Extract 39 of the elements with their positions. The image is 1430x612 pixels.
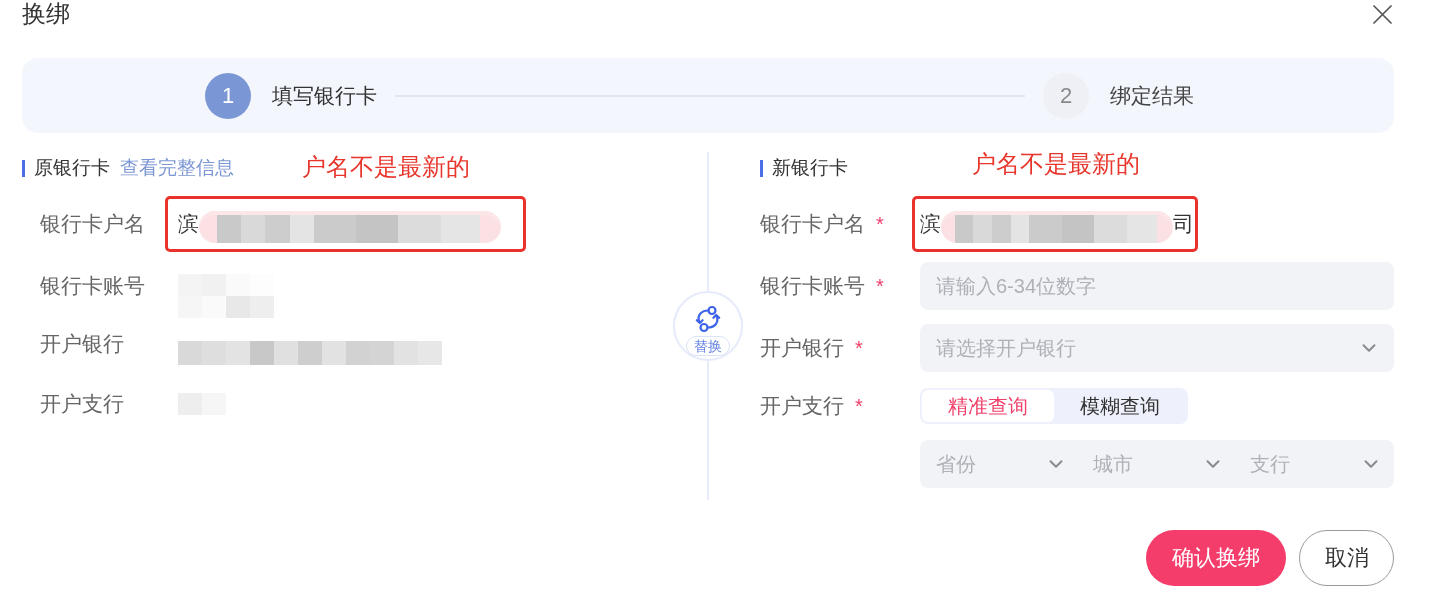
field-label: 银行卡账号 [760, 273, 865, 299]
step-label: 绑定结果 [1110, 82, 1194, 109]
step-number: 2 [1043, 72, 1089, 119]
swap-icon [694, 305, 722, 333]
accent-bar [22, 159, 25, 177]
required-mark: * [876, 212, 884, 236]
dialog-title: 换绑 [22, 0, 70, 28]
segment-tab[interactable]: 精准查询 [922, 390, 1054, 422]
segment-tab[interactable]: 模糊查询 [1054, 390, 1186, 422]
required-mark: * [876, 274, 884, 298]
select-field[interactable]: 支行 [1234, 440, 1394, 488]
select-field[interactable]: 城市 [1077, 440, 1234, 488]
annotation-note: 户名不是最新的 [972, 149, 1140, 179]
value-text: 司 [1173, 211, 1194, 237]
input-field[interactable]: 请输入6-34位数字 [920, 262, 1394, 310]
select-field[interactable]: 省份 [920, 440, 1077, 488]
step-label: 填写银行卡 [272, 82, 377, 109]
accent-bar [760, 159, 763, 177]
close-icon[interactable] [1373, 4, 1392, 24]
confirm-button[interactable]: 确认换绑 [1146, 530, 1286, 586]
required-mark: * [855, 394, 863, 418]
required-mark: * [855, 336, 863, 360]
annotation-note: 户名不是最新的 [302, 152, 470, 182]
field-label: 开户银行 [40, 331, 124, 357]
view-details-link[interactable]: 查看完整信息 [120, 155, 234, 181]
value-text: 滨 [178, 211, 199, 237]
value-text: 滨 [920, 211, 941, 237]
section-title: 原银行卡 [34, 156, 110, 180]
field-label: 开户银行 [760, 335, 844, 361]
field-label: 开户支行 [40, 391, 124, 417]
field-label: 银行卡账号 [40, 273, 145, 299]
step-number: 1 [205, 72, 251, 119]
field-label: 银行卡户名 [760, 211, 865, 237]
select-field[interactable]: 请选择开户银行 [920, 324, 1394, 372]
field-label: 银行卡户名 [40, 211, 145, 237]
section-title: 新银行卡 [772, 156, 848, 180]
cancel-button[interactable]: 取消 [1299, 530, 1394, 586]
field-label: 开户支行 [760, 393, 844, 419]
swap-button[interactable]: 替换 [673, 291, 743, 361]
